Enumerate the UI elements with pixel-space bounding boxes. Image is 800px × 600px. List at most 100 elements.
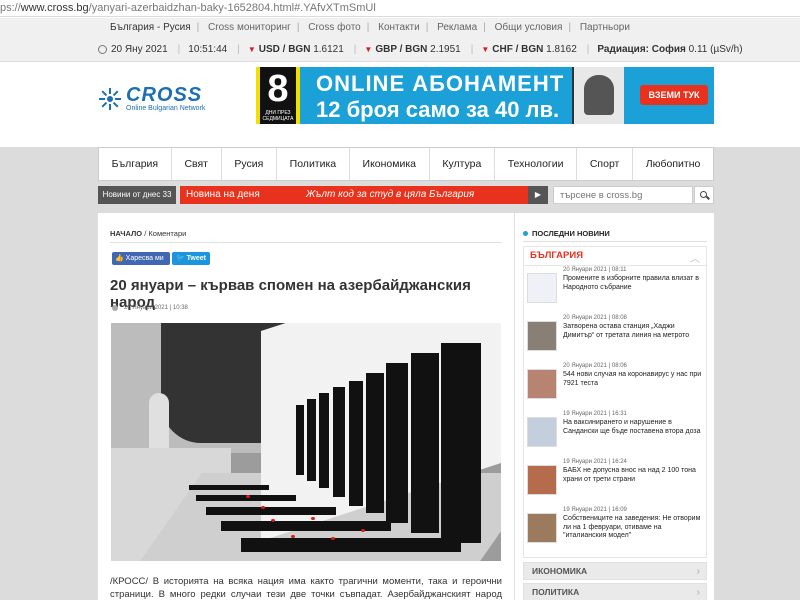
down-triangle-icon: ▼ <box>247 45 256 54</box>
top-link-partners[interactable]: Партньори <box>580 22 630 33</box>
banner-small-text: ДНИ ПРЕЗ СЕДМИЦАТА <box>262 110 294 122</box>
ticker-headline[interactable]: Жълт код за студ в цяла България <box>306 186 474 204</box>
news-item[interactable]: 20 Януари 2021 | 08:06 544 нови случая н… <box>527 363 703 409</box>
chevron-up-icon[interactable]: ︿ <box>690 250 700 265</box>
article-photo <box>111 323 501 561</box>
top-links: България - Русия | Cross мониторинг | Cros… <box>110 22 630 33</box>
banner-cta-button[interactable]: ВЗЕМИ ТУК <box>640 85 708 105</box>
down-triangle-icon: ▼ <box>364 45 373 54</box>
url-path: /yanyari-azerbaidzhan-baky-1652804.html#… <box>88 2 376 14</box>
news-thumbnail <box>527 417 557 447</box>
facebook-like-label: Харесва ми <box>125 255 164 262</box>
news-title[interactable]: Затворена остава станция „Хаджи Димитър“… <box>563 323 703 340</box>
nav-sport[interactable]: Спорт <box>577 148 634 180</box>
sidebar-title-label: ПОСЛЕДНИ НОВИНИ <box>532 229 610 238</box>
current-time: 10:51:44 <box>188 44 228 55</box>
news-item[interactable]: 19 Януари 2021 | 16:24 БАБХ не допусна в… <box>527 459 703 505</box>
news-thumbnail <box>527 369 557 399</box>
news-item[interactable]: 19 Януари 2021 | 16:09 Собствениците на … <box>527 507 703 553</box>
banner-line1: ONLINE АБОНАМЕНТ <box>316 71 565 96</box>
clock-icon <box>112 305 118 311</box>
top-link-bg-russia[interactable]: България - Русия <box>110 22 191 33</box>
subscription-banner[interactable]: 8 ДНИ ПРЕЗ СЕДМИЦАТА ONLINE АБОНАМЕНТ 12… <box>256 67 714 124</box>
top-link-monitoring[interactable]: Cross мониторинг <box>208 22 291 33</box>
news-title[interactable]: На ваксинирането и нарушение в Сандански… <box>563 419 703 436</box>
rate-gbp-value: 2.1951 <box>430 44 461 55</box>
news-today-counter[interactable]: Новини от днес 33 <box>98 186 176 204</box>
article-date: 20 Януари 2021 | 10:38 <box>124 305 188 311</box>
info-row: 20 Яну 2021 | 10:51:44 | ▼ USD / BGN 1.6121… <box>98 44 753 55</box>
top-link-ads[interactable]: Реклама <box>437 22 477 33</box>
current-date: 20 Яну 2021 <box>111 44 168 55</box>
clock-icon <box>98 45 107 54</box>
breadcrumb: НАЧАЛО / Коментари <box>110 229 187 238</box>
main-navigation: България Свят Русия Политика Икономика К… <box>98 147 714 181</box>
facebook-like-button[interactable]: 👍 Харесва ми <box>112 252 170 265</box>
search-button[interactable] <box>694 186 714 204</box>
site-header: CROSS Online Bulgarian Network 8 ДНИ ПРЕ… <box>0 63 800 147</box>
latest-news-sidebar: ПОСЛЕДНИ НОВИНИ БЪЛГАРИЯ ︿ 20 Януари 202… <box>514 213 714 600</box>
tweet-label: Tweet <box>186 255 206 262</box>
news-item[interactable]: 20 Януари 2021 | 08:08 Затворена остава … <box>527 315 703 361</box>
news-item[interactable]: 20 Януари 2021 | 08:11 Промените в избор… <box>527 267 703 313</box>
news-title[interactable]: Промените в изборните правила влизат в Н… <box>563 275 703 292</box>
section-title[interactable]: БЪЛГАРИЯ <box>530 250 583 261</box>
nav-russia[interactable]: Русия <box>222 148 277 180</box>
bullet-icon <box>523 231 528 236</box>
logo-name: CROSS <box>126 84 203 106</box>
news-thumbnail <box>527 465 557 495</box>
news-thumbnail <box>527 273 557 303</box>
logo-tagline: Online Bulgarian Network <box>126 105 206 112</box>
sidebar-category-economy[interactable]: ИКОНОМИКА › <box>523 562 707 580</box>
news-thumbnail <box>527 321 557 351</box>
news-date: 19 Януари 2021 | 16:09 <box>563 507 627 513</box>
ticker-next-icon[interactable]: ▶ <box>528 186 548 204</box>
logo-burst-icon <box>99 88 121 110</box>
category-label: ИКОНОМИКА <box>532 566 588 576</box>
nav-politics[interactable]: Политика <box>277 148 350 180</box>
news-date: 20 Януари 2021 | 08:06 <box>563 363 627 369</box>
news-ticker[interactable]: Новина на деня Жълт код за студ в цяла Б… <box>180 186 537 204</box>
news-date: 20 Януари 2021 | 08:11 <box>563 267 627 273</box>
nav-world[interactable]: Свят <box>172 148 222 180</box>
rate-gbp-label: GBP / BGN <box>375 44 428 55</box>
nav-technology[interactable]: Технологии <box>495 148 578 180</box>
chevron-right-icon: › <box>696 587 700 598</box>
down-triangle-icon: ▼ <box>481 45 490 54</box>
top-link-photo[interactable]: Cross фото <box>308 22 361 33</box>
news-date: 20 Януари 2021 | 08:08 <box>563 315 627 321</box>
nav-curious[interactable]: Любопитно <box>633 148 713 180</box>
rate-chf-value: 1.8162 <box>546 44 577 55</box>
magazine-cover-image <box>572 67 624 124</box>
news-title[interactable]: Собствениците на заведения: Не отворим л… <box>563 515 703 541</box>
top-link-terms[interactable]: Общи условия <box>495 22 563 33</box>
news-date: 19 Януари 2021 | 16:31 <box>563 411 627 417</box>
nav-bulgaria[interactable]: България <box>99 148 172 180</box>
category-label: ПОЛИТИКА <box>532 587 580 597</box>
rate-chf-label: CHF / BGN <box>492 44 544 55</box>
news-title[interactable]: БАБХ не допусна внос на над 2 100 тона х… <box>563 467 703 484</box>
sidebar-title: ПОСЛЕДНИ НОВИНИ <box>523 229 610 238</box>
banner-line2: 12 броя само за 40 лв. <box>316 97 560 122</box>
breadcrumb-home[interactable]: НАЧАЛО <box>110 229 142 238</box>
nav-economy[interactable]: Икономика <box>350 148 430 180</box>
address-bar[interactable]: ps://www.cross.bg/yanyari-azerbaidzhan-b… <box>0 0 800 17</box>
radiation-value: 0.11 (µSv/h) <box>688 44 743 55</box>
article-panel: НАЧАЛО / Коментари 👍 Харесва ми 🐦 Tweet … <box>98 213 514 600</box>
news-item[interactable]: 19 Януари 2021 | 16:31 На ваксинирането … <box>527 411 703 457</box>
nav-culture[interactable]: Култура <box>430 148 496 180</box>
thumbs-up-icon: 👍 <box>115 255 124 262</box>
site-logo[interactable]: CROSS Online Bulgarian Network <box>98 85 218 113</box>
twitter-bird-icon: 🐦 <box>176 255 185 262</box>
top-strip: България - Русия | Cross мониторинг | Cros… <box>0 18 800 62</box>
breadcrumb-section[interactable]: Коментари <box>148 229 186 238</box>
rate-usd-value: 1.6121 <box>313 44 344 55</box>
news-date: 19 Януари 2021 | 16:24 <box>563 459 627 465</box>
news-title[interactable]: 544 нови случая на коронавирус у нас при… <box>563 371 703 388</box>
sidebar-category-politics[interactable]: ПОЛИТИКА › <box>523 583 707 600</box>
sidebar-section-bulgaria: БЪЛГАРИЯ ︿ 20 Януари 2021 | 08:11 Промен… <box>523 246 707 558</box>
search-input[interactable] <box>553 186 693 204</box>
top-link-contacts[interactable]: Контакти <box>378 22 420 33</box>
tweet-button[interactable]: 🐦 Tweet <box>172 252 210 265</box>
rate-usd-label: USD / BGN <box>258 44 311 55</box>
